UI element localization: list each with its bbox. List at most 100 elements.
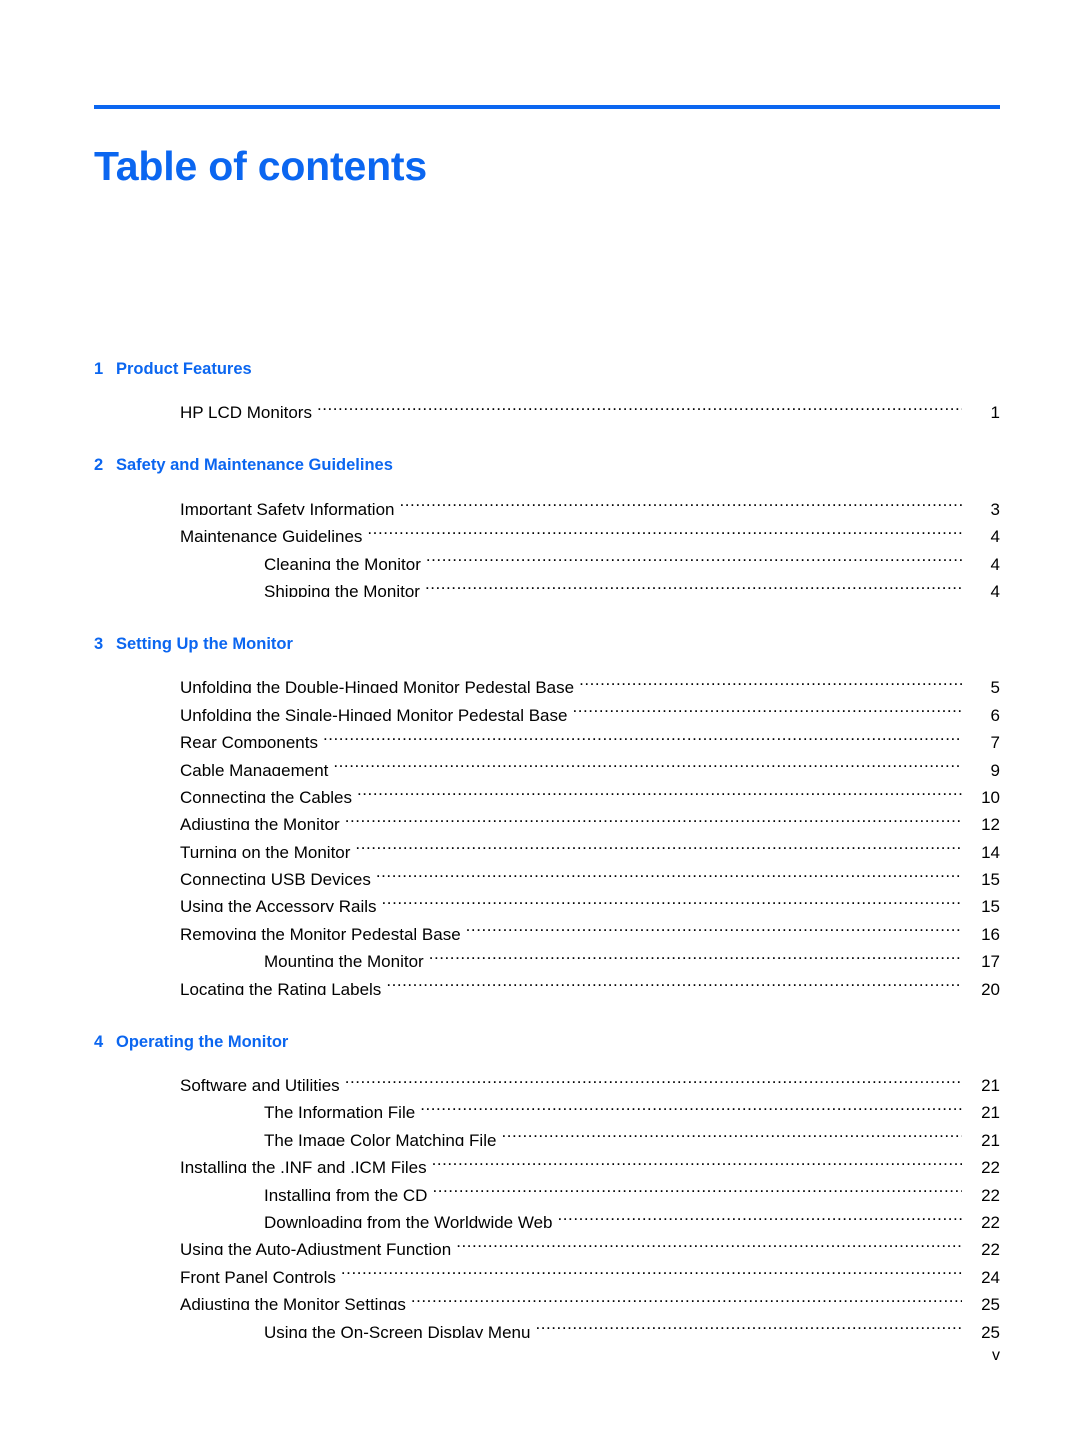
toc-entry-label: Shipping the Monitor (264, 581, 420, 597)
toc-entry-page-number: 4 (990, 527, 1000, 543)
toc-dot-leader (333, 748, 962, 775)
toc-entry-label: Front Panel Controls (180, 1267, 336, 1283)
toc-entry[interactable]: Removing the Monitor Pedestal Base 16 (94, 912, 1000, 939)
toc-chapter: 3 Setting Up the Monitor Unfolding the Dou… (94, 635, 1000, 995)
toc-dot-leader (420, 1091, 962, 1118)
toc-entry-label: Cleaning the Monitor (264, 554, 421, 570)
toc-dot-leader (558, 1201, 962, 1228)
toc-dot-leader (425, 570, 962, 597)
toc-entry[interactable]: Using the On-Screen Display Menu 25 (94, 1310, 1000, 1337)
toc-entry[interactable]: Rear Components 7 (94, 721, 1000, 748)
toc-entry[interactable]: The Information File 21 (94, 1091, 1000, 1118)
toc-entry-label: Adjusting the Monitor Settings (180, 1295, 406, 1311)
toc-entry-page-number: 5 (990, 678, 1000, 694)
toc-entry[interactable]: Software and Utilities 21 (94, 1064, 1000, 1091)
page-title: Table of contents (94, 143, 427, 190)
toc-entry-page-number: 12 (981, 815, 1000, 831)
toc-dot-leader (400, 487, 963, 514)
toc-entry-label: The Image Color Matching File (264, 1130, 497, 1146)
toc-entry-label: Downloading from the Worldwide Web (264, 1212, 553, 1228)
toc-entry-page-number: 4 (990, 581, 1000, 597)
toc-entry[interactable]: Mounting the Monitor 17 (94, 940, 1000, 967)
toc-entry[interactable]: HP LCD Monitors 1 (94, 391, 1000, 418)
toc-entry-label: The Information File (264, 1103, 416, 1119)
toc-entry-page-number: 25 (981, 1295, 1000, 1311)
toc-dot-leader (317, 391, 962, 418)
toc-entry[interactable]: Adjusting the Monitor Settings 25 (94, 1283, 1000, 1310)
toc-entry-page-number: 21 (981, 1130, 1000, 1146)
toc-entry[interactable]: Cleaning the Monitor 4 (94, 542, 1000, 569)
toc-dot-leader (367, 515, 962, 542)
toc-entry-page-number: 15 (981, 897, 1000, 913)
toc-entry-page-number: 25 (981, 1322, 1000, 1338)
toc-chapter-title: Operating the Monitor (116, 1032, 289, 1051)
toc-entry-page-number: 1 (990, 403, 1000, 419)
toc-entry-page-number: 3 (990, 499, 1000, 515)
table-of-contents: 1 Product Features HP LCD Monitors 1 2Safety… (94, 360, 1000, 1338)
toc-entry-page-number: 6 (990, 705, 1000, 721)
toc-chapter-heading[interactable]: 4 Operating the Monitor (94, 1033, 1000, 1052)
toc-entry-label: Using the Accessory Rails (180, 897, 377, 913)
toc-entry[interactable]: Using the Auto-Adjustment Function 22 (94, 1228, 1000, 1255)
toc-chapter-heading[interactable]: 1 Product Features (94, 360, 1000, 379)
toc-entry[interactable]: Downloading from the Worldwide Web 22 (94, 1201, 1000, 1228)
toc-entry[interactable]: Cable Management 9 (94, 748, 1000, 775)
toc-dot-leader (426, 542, 962, 569)
toc-entry[interactable]: Unfolding the Double-Hinged Monitor Pede… (94, 666, 1000, 693)
toc-dot-leader (432, 1173, 962, 1200)
toc-chapter-title: Product Features (116, 360, 252, 378)
toc-entry-page-number: 22 (981, 1240, 1000, 1256)
toc-chapter-title: Setting Up the Monitor (116, 634, 293, 653)
toc-chapter-number: 1 (94, 360, 104, 378)
toc-entry[interactable]: Maintenance Guidelines 4 (94, 515, 1000, 542)
toc-dot-leader (323, 721, 962, 748)
toc-entry-label: Locating the Rating Labels (180, 979, 382, 995)
toc-entry-label: Maintenance Guidelines (180, 527, 363, 543)
toc-entry-page-number: 4 (990, 554, 1000, 570)
toc-dot-leader (355, 830, 962, 857)
toc-chapter-heading[interactable]: 2 Safety and Maintenance Guidelines (94, 456, 1000, 475)
toc-dot-leader (572, 693, 962, 720)
toc-entry-page-number: 22 (981, 1158, 1000, 1174)
toc-dot-leader (382, 885, 962, 912)
toc-entry[interactable]: Turning on the Monitor 14 (94, 830, 1000, 857)
toc-entry[interactable]: Connecting the Cables 10 (94, 776, 1000, 803)
toc-entry-page-number: 9 (990, 760, 1000, 776)
toc-entry[interactable]: Locating the Rating Labels 20 (94, 967, 1000, 994)
toc-entry-label: Adjusting the Monitor (180, 815, 340, 831)
toc-entry-page-number: 15 (981, 870, 1000, 886)
toc-entry-label: Software and Utilities (180, 1076, 340, 1092)
toc-dot-leader (456, 1228, 962, 1255)
toc-entry[interactable]: Installing from the CD 22 (94, 1173, 1000, 1200)
toc-entry-page-number: 21 (981, 1076, 1000, 1092)
toc-entry[interactable]: Using the Accessory Rails 15 (94, 885, 1000, 912)
toc-entry[interactable]: Shipping the Monitor 4 (94, 570, 1000, 597)
toc-entry[interactable]: Installing the .INF and .ICM Files 22 (94, 1146, 1000, 1173)
toc-entry-page-number: 16 (981, 924, 1000, 940)
toc-entry-label: Unfolding the Double-Hinged Monitor Pede… (180, 678, 575, 694)
toc-entry[interactable]: Front Panel Controls 24 (94, 1255, 1000, 1282)
toc-dot-leader (579, 666, 962, 693)
toc-entry-label: HP LCD Monitors (180, 403, 312, 419)
toc-page: Table of contents 1 Product Features HP LC… (0, 0, 1080, 1437)
toc-entry-label: Connecting the Cables (180, 787, 353, 803)
toc-entry-label: Mounting the Monitor (264, 952, 424, 968)
toc-entry-page-number: 21 (981, 1103, 1000, 1119)
toc-entry[interactable]: Adjusting the Monitor 12 (94, 803, 1000, 830)
toc-chapter-number: 2 (94, 456, 104, 475)
toc-dot-leader (376, 858, 962, 885)
toc-entry-label: Installing the .INF and .ICM Files (180, 1158, 427, 1174)
toc-entry[interactable]: Important Safety Information 3 (94, 487, 1000, 514)
toc-dot-leader (432, 1146, 962, 1173)
toc-entry[interactable]: Connecting USB Devices 15 (94, 858, 1000, 885)
title-divider-rule (94, 105, 1000, 109)
toc-entry[interactable]: Unfolding the Single-Hinged Monitor Pede… (94, 693, 1000, 720)
toc-chapter-heading[interactable]: 3 Setting Up the Monitor (94, 635, 1000, 654)
toc-dot-leader (429, 940, 962, 967)
toc-chapter-number: 4 (94, 1032, 104, 1051)
toc-entry-label: Installing from the CD (264, 1185, 428, 1201)
toc-entry-label: Using the On-Screen Display Menu (264, 1322, 531, 1338)
toc-entry-label: Using the Auto-Adjustment Function (180, 1240, 452, 1256)
toc-entry[interactable]: The Image Color Matching File 21 (94, 1118, 1000, 1145)
footer-page-number: v (992, 1347, 1000, 1364)
